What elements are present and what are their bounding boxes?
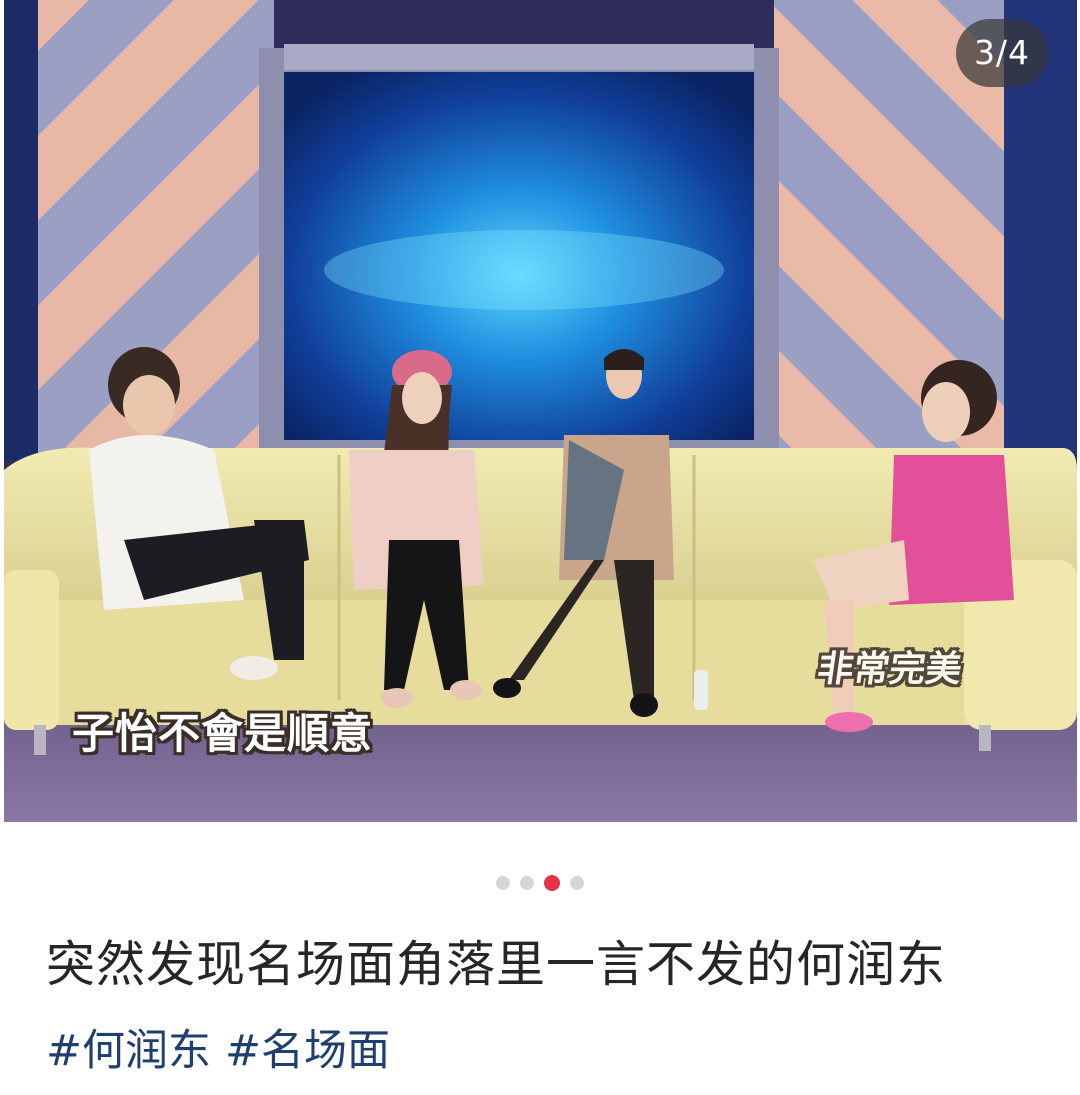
hashtag-link[interactable]: #何润东 — [46, 1020, 211, 1082]
post-title: 突然发现名场面角落里一言不发的何润东 — [46, 936, 947, 993]
carousel-pagination — [0, 875, 1080, 892]
hashtag-link[interactable]: #名场面 — [225, 1020, 390, 1082]
hashtag-list: #何润东 #名场面 — [46, 1020, 390, 1082]
carousel-image[interactable] — [4, 0, 1077, 822]
carousel-dot-2[interactable] — [520, 876, 534, 890]
image-carousel[interactable]: 3/4 子怡不會是順意 非常完美 — [0, 0, 1080, 825]
image-counter-badge: 3/4 — [956, 19, 1048, 87]
carousel-dot-4[interactable] — [570, 876, 584, 890]
carousel-dot-1[interactable] — [496, 876, 510, 890]
carousel-dot-3[interactable] — [544, 875, 560, 891]
show-logo: 非常完美 — [814, 649, 965, 690]
video-subtitle: 子怡不會是順意 — [72, 709, 374, 758]
